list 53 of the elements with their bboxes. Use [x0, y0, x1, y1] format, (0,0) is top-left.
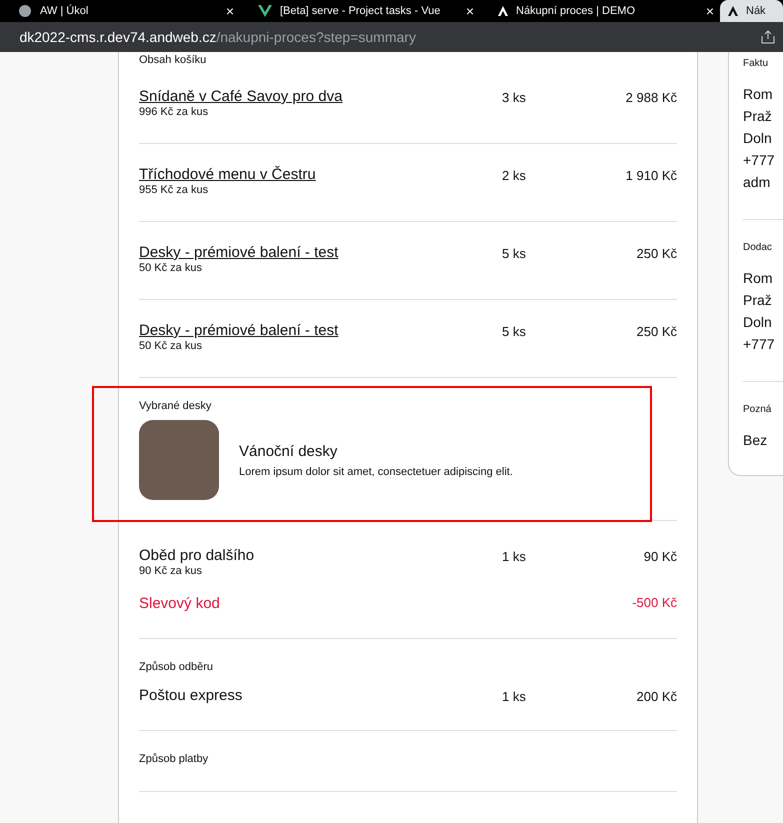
line-total: 90 Kč [642, 548, 677, 566]
unit-price: 50 Kč za kus [139, 262, 203, 274]
unit-price: 90 Kč za kus [139, 565, 203, 577]
unit-price: 50 Kč za kus [139, 340, 203, 352]
section-heading: Dodac [743, 242, 773, 253]
line-total: 250 Kč [636, 323, 677, 341]
close-icon[interactable]: × [466, 3, 474, 19]
detail-line: Praž [743, 107, 773, 126]
a-logo-icon [728, 6, 738, 16]
globe-icon [18, 4, 32, 18]
quantity: 5 ks [501, 245, 527, 263]
quantity: 3 ks [501, 89, 527, 107]
section-heading: Pozná [743, 404, 772, 415]
board-title: Vánoční desky [239, 442, 338, 460]
detail-line: adm [743, 173, 772, 192]
v-logo-icon [258, 5, 272, 17]
section-heading: Faktu [743, 58, 770, 69]
detail-line: +777 [743, 151, 776, 170]
shipping-price: 200 Kč [636, 688, 677, 704]
product-link[interactable]: Desky - prémiové balení - test [139, 322, 338, 339]
discount-amount: -500 Kč [632, 595, 677, 612]
product-link[interactable]: Desky - prémiové balení - test [139, 244, 338, 261]
close-icon[interactable]: × [706, 3, 714, 19]
quantity: 1 ks [501, 688, 527, 704]
close-icon[interactable]: × [226, 3, 234, 19]
section-heading: Způsob odběru [139, 661, 214, 673]
line-total: 250 Kč [636, 245, 677, 263]
detail-line: +777 [743, 335, 776, 354]
quantity: 5 ks [501, 323, 527, 341]
quantity: 2 ks [501, 167, 527, 185]
detail-line: Praž [743, 291, 773, 310]
browser-tab[interactable]: Nák [720, 0, 783, 22]
section-heading: Vybrané desky [139, 400, 212, 412]
section-heading: Obsah košíku [139, 54, 208, 66]
product-link[interactable]: Tříchodové menu v Čestru [139, 166, 316, 183]
board-description: Lorem ipsum dolor sit amet, consectetuer adipiscing elit. [239, 466, 513, 478]
a-logo-icon [498, 6, 508, 16]
unit-price: 996 Kč za kus [139, 106, 210, 118]
shipping-method: Poštou express [139, 687, 242, 704]
product-name: Oběd pro dalšího [139, 547, 254, 564]
detail-line: Rom [743, 85, 774, 104]
product-link[interactable]: Snídaně v Café Savoy pro dva [139, 88, 342, 105]
unit-price: 955 Kč za kus [139, 184, 210, 196]
detail-line: Bez [743, 431, 768, 450]
line-total: 2 988 Kč [624, 89, 677, 107]
line-total: 1 910 Kč [624, 167, 677, 185]
section-heading: Způsob platby [139, 753, 210, 765]
discount-label: Slevový kod [139, 595, 220, 612]
share-icon[interactable] [761, 30, 775, 44]
detail-line: Rom [743, 269, 774, 288]
detail-line: Doln [743, 129, 773, 148]
detail-line: Doln [743, 313, 773, 332]
quantity: 1 ks [501, 548, 527, 566]
